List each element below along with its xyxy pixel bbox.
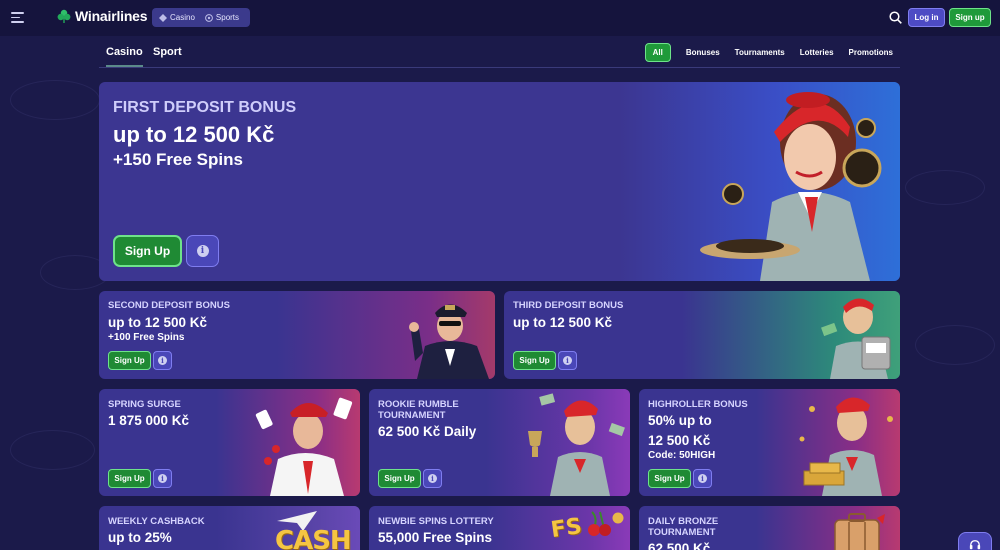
card-title: SECOND DEPOSIT BONUS — [108, 300, 230, 311]
card-info-button[interactable]: i — [423, 469, 442, 488]
ball-icon — [205, 13, 213, 22]
pilot-illustration — [409, 304, 489, 379]
hero-banner: FIRST DEPOSIT BONUS up to 12 500 Kč +150… — [99, 82, 900, 281]
card-amount: 62 500 Kč Daily — [378, 424, 477, 439]
promo-card-second-deposit[interactable]: SECOND DEPOSIT BONUS up to 12 500 Kč +10… — [99, 291, 495, 379]
promo-card-third-deposit[interactable]: THIRD DEPOSIT BONUS up to 12 500 Kč Sign… — [504, 291, 900, 379]
background-cloud — [915, 325, 995, 365]
card-signup-button[interactable]: Sign Up — [513, 351, 556, 370]
card-title-line1: ROOKIE RUMBLE — [378, 399, 459, 410]
hero-subtitle: +150 Free Spins — [113, 150, 243, 169]
card-info-button[interactable]: i — [693, 469, 712, 488]
hero-title: FIRST DEPOSIT BONUS — [113, 99, 297, 116]
brand-name: Winairlines — [75, 8, 148, 24]
promo-card-newbie-spins[interactable]: NEWBIE SPINS LOTTERY 55,000 Free Spins F… — [369, 506, 630, 550]
gold-coin-icon — [612, 512, 624, 524]
filter-bonuses[interactable]: Bonuses — [686, 48, 720, 57]
suitcase-icon — [834, 513, 885, 550]
category-tabs: Casino Sport All Bonuses Tournaments Lot… — [99, 38, 900, 68]
support-chat-button[interactable] — [958, 532, 992, 550]
casino-sports-switch: Casino Sports — [152, 8, 250, 27]
background-cloud — [10, 430, 95, 470]
card-title: SPRING SURGE — [108, 399, 181, 410]
background-cloud — [905, 170, 985, 205]
diamond-icon — [159, 13, 167, 22]
card-promo-code: Code: 50HIGH — [648, 450, 716, 461]
menu-icon[interactable] — [11, 12, 24, 23]
header-signup-button[interactable]: Sign up — [949, 8, 991, 27]
attendant-trophy-illustration — [528, 393, 625, 496]
attendant-slot-machine-illustration — [821, 298, 891, 379]
info-icon: i — [158, 356, 167, 365]
switch-casino[interactable]: Casino — [155, 11, 199, 24]
hero-amount: up to 12 500 Kč — [113, 122, 275, 147]
hero-info-button[interactable]: i — [186, 235, 219, 267]
card-subtitle: +100 Free Spins — [108, 332, 185, 343]
card-title-line2: TOURNAMENT — [378, 410, 446, 421]
card-signup-button[interactable]: Sign Up — [108, 469, 151, 488]
promo-card-rookie-rumble[interactable]: ROOKIE RUMBLE TOURNAMENT 62 500 Kč Daily… — [369, 389, 630, 496]
cherries-icon — [588, 511, 611, 536]
card-amount-line2: 12 500 Kč — [648, 433, 711, 448]
filter-promotions[interactable]: Promotions — [849, 48, 893, 57]
card-amount: 62 500 Kč — [648, 541, 711, 550]
info-icon: i — [158, 474, 167, 483]
card-amount-line1: 50% up to — [648, 413, 712, 428]
login-button[interactable]: Log in — [908, 8, 945, 27]
cash-badge: CASH — [275, 526, 352, 550]
info-icon: i — [563, 356, 572, 365]
card-amount: 55,000 Free Spins — [378, 530, 493, 545]
filter-tournaments[interactable]: Tournaments — [735, 48, 785, 57]
card-info-button[interactable]: i — [558, 351, 577, 370]
card-title-line1: DAILY BRONZE — [648, 516, 719, 527]
male-attendant-cards-illustration — [255, 397, 353, 496]
switch-sports-label: Sports — [215, 13, 240, 22]
filter-lotteries[interactable]: Lotteries — [800, 48, 834, 57]
headset-icon — [969, 540, 981, 550]
promo-filters: All Bonuses Tournaments Lotteries Promot… — [644, 43, 893, 62]
card-info-button[interactable]: i — [153, 469, 172, 488]
switch-casino-label: Casino — [170, 13, 195, 22]
switch-sports[interactable]: Sports — [201, 11, 243, 24]
card-amount: up to 25% — [108, 530, 172, 545]
filter-all[interactable]: All — [644, 43, 671, 62]
card-signup-button[interactable]: Sign Up — [378, 469, 421, 488]
card-info-button[interactable]: i — [153, 351, 172, 370]
card-amount: up to 12 500 Kč — [108, 315, 208, 330]
card-title: HIGHROLLER BONUS — [648, 399, 748, 410]
card-title: THIRD DEPOSIT BONUS — [513, 300, 624, 311]
card-amount: up to 12 500 Kč — [513, 315, 613, 330]
flight-attendant-illustration — [700, 92, 882, 281]
card-signup-button[interactable]: Sign Up — [108, 351, 151, 370]
promo-card-weekly-cashback[interactable]: WEEKLY CASHBACK up to 25% CASH — [99, 506, 360, 550]
info-icon: i — [428, 474, 437, 483]
tab-sport[interactable]: Sport — [153, 46, 182, 58]
hero-signup-button[interactable]: Sign Up — [113, 235, 182, 267]
info-icon: i — [698, 474, 707, 483]
info-icon: i — [196, 245, 209, 257]
promo-card-highroller[interactable]: HIGHROLLER BONUS 50% up to 12 500 Kč Cod… — [639, 389, 900, 496]
card-title: NEWBIE SPINS LOTTERY — [378, 516, 494, 527]
top-header: Winairlines Casino Sports Log in Sign up — [0, 0, 1000, 36]
search-icon[interactable] — [889, 11, 902, 24]
attendant-gold-bars-illustration — [799, 397, 893, 496]
card-signup-button[interactable]: Sign Up — [648, 469, 691, 488]
fs-badge: FS — [549, 513, 584, 544]
clover-logo-icon — [57, 9, 71, 23]
card-title: WEEKLY CASHBACK — [108, 516, 205, 527]
promo-card-daily-bronze[interactable]: DAILY BRONZE TOURNAMENT 62 500 Kč — [639, 506, 900, 550]
card-title-line2: TOURNAMENT — [648, 527, 716, 538]
brand-logo[interactable]: Winairlines — [56, 8, 148, 24]
promo-card-spring-surge[interactable]: SPRING SURGE 1 875 000 Kč Sign Up i — [99, 389, 360, 496]
card-amount: 1 875 000 Kč — [108, 413, 190, 428]
background-cloud — [10, 80, 100, 120]
tab-casino[interactable]: Casino — [106, 46, 143, 67]
